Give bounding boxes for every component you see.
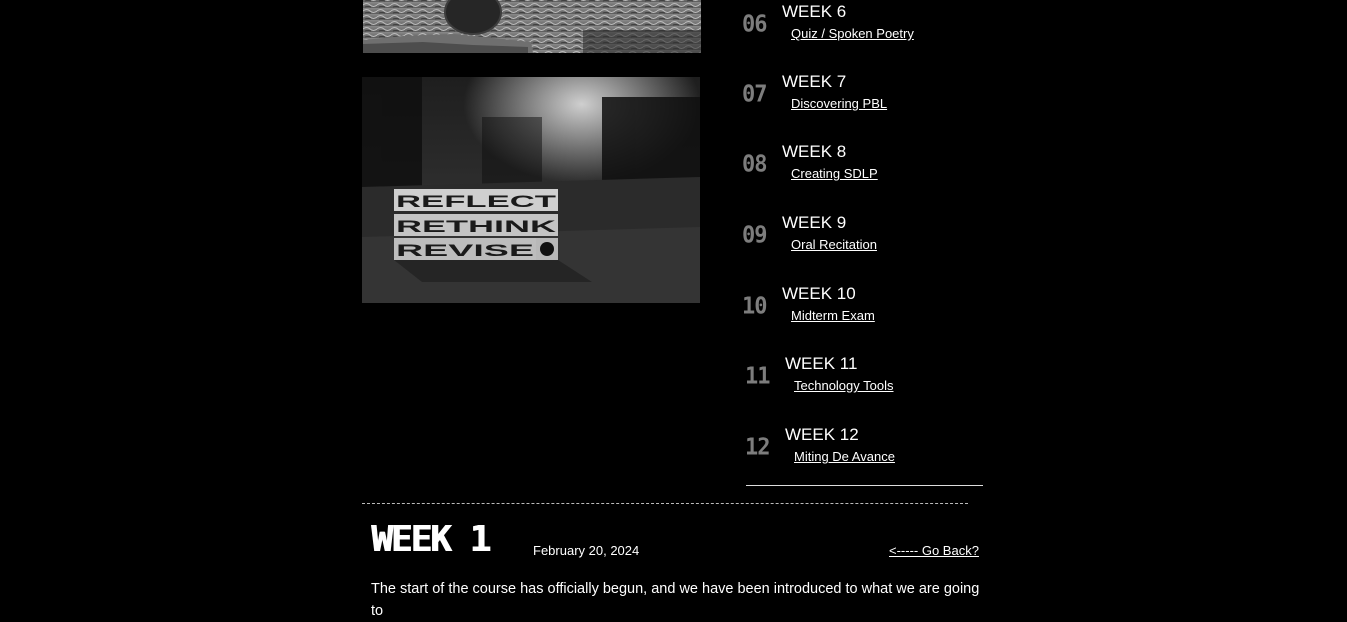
week-10-link[interactable]: Midterm Exam bbox=[791, 308, 875, 323]
week-list-divider bbox=[746, 485, 983, 486]
week-title: WEEK 12 bbox=[785, 425, 859, 444]
week-number: 12 bbox=[745, 434, 771, 461]
week-title: WEEK 7 bbox=[782, 72, 847, 91]
week-title: WEEK 9 bbox=[782, 213, 847, 232]
block-row-2-text: RETHINK bbox=[396, 217, 558, 236]
block-row-3-text: REVISE bbox=[396, 241, 534, 260]
go-back-link[interactable]: <----- Go Back? bbox=[889, 543, 979, 558]
week-7-link[interactable]: Discovering PBL bbox=[791, 96, 887, 111]
post-body-text: The start of the course has officially b… bbox=[371, 581, 980, 619]
week-title: WEEK 8 bbox=[782, 142, 847, 161]
week-11-link[interactable]: Technology Tools bbox=[794, 378, 894, 393]
rock-shore-photo bbox=[363, 0, 701, 53]
week-number: 08 bbox=[742, 151, 768, 178]
post-week-heading: WEEK 1 bbox=[371, 519, 491, 560]
week-item-8: 08 WEEK 8 Creating SDLP bbox=[742, 142, 984, 208]
week-item-11: 11 WEEK 11 Technology Tools bbox=[745, 354, 987, 420]
week-title: WEEK 10 bbox=[782, 284, 856, 303]
reflect-rethink-revise-photo: REFLECT RETHINK REVISE bbox=[362, 77, 700, 303]
week-number: 09 bbox=[742, 222, 768, 249]
week-12-link[interactable]: Miting De Avance bbox=[794, 449, 895, 464]
week-6-link[interactable]: Quiz / Spoken Poetry bbox=[791, 26, 914, 41]
block-row-1: REFLECT bbox=[394, 189, 558, 211]
block-row-1-text: REFLECT bbox=[396, 192, 557, 211]
week-item-7: 07 WEEK 7 Discovering PBL bbox=[742, 72, 984, 138]
week-title: WEEK 6 bbox=[782, 2, 847, 21]
week-number: 11 bbox=[745, 363, 771, 390]
section-divider bbox=[362, 503, 968, 504]
week-title: WEEK 11 bbox=[785, 354, 858, 373]
week-8-link[interactable]: Creating SDLP bbox=[791, 166, 878, 181]
week-item-10: 10 WEEK 10 Midterm Exam bbox=[742, 284, 984, 350]
week-item-9: 09 WEEK 9 Oral Recitation bbox=[742, 213, 984, 279]
block-row-2: RETHINK bbox=[394, 214, 558, 236]
week-number: 06 bbox=[742, 11, 768, 38]
week-item-6: 06 WEEK 6 Quiz / Spoken Poetry bbox=[742, 2, 984, 68]
post-date: February 20, 2024 bbox=[533, 543, 640, 558]
week-number: 10 bbox=[742, 293, 768, 320]
week-item-12: 12 WEEK 12 Miting De Avance bbox=[745, 425, 987, 491]
block-row-3: REVISE bbox=[394, 238, 558, 260]
week-9-link[interactable]: Oral Recitation bbox=[791, 237, 877, 252]
week-number: 07 bbox=[742, 81, 768, 108]
